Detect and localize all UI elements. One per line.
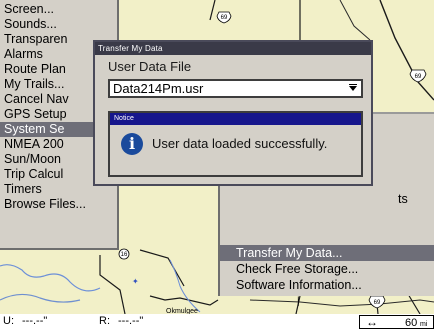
scale-unit: mi <box>420 321 428 328</box>
airport-icon: ✦ <box>132 277 139 286</box>
info-icon: i <box>121 133 143 155</box>
r-label: R: <box>99 315 110 327</box>
zoom-arrows-icon: ↔ <box>366 315 378 329</box>
svg-text:69: 69 <box>221 15 228 21</box>
zoom-scale-box[interactable]: ↔ 60 mi <box>359 315 434 329</box>
chevron-down-icon[interactable] <box>349 86 357 91</box>
menu-item-screen[interactable]: Screen... <box>0 2 117 17</box>
menu-item-browse-files[interactable]: Browse Files... <box>0 197 117 212</box>
notice-dialog[interactable]: Notice i User data loaded successfully. <box>108 111 363 177</box>
marker-icon: | <box>297 296 300 307</box>
notice-title: Notice <box>110 113 361 125</box>
svg-text:69: 69 <box>374 300 381 306</box>
transfer-my-data-dialog: Transfer My Data User Data File Data214P… <box>93 40 373 186</box>
scale-value: 60 <box>405 317 418 329</box>
submenu-item-software-information[interactable]: Software Information... <box>220 277 434 293</box>
user-data-file-label: User Data File <box>108 59 192 74</box>
menu-item-sounds[interactable]: Sounds... <box>0 17 117 32</box>
user-data-file-value: Data214Pm.usr <box>113 81 204 96</box>
dialog-title: Transfer My Data <box>95 42 371 55</box>
notice-message: User data loaded successfully. <box>152 136 328 151</box>
submenu-item-check-free-storage[interactable]: Check Free Storage... <box>220 261 434 277</box>
svg-text:69: 69 <box>415 74 422 80</box>
u-label: U: <box>3 315 14 327</box>
u-value: ---.--" <box>22 315 48 327</box>
route-shield-icon: 16 <box>118 248 130 260</box>
dropdown-bar-icon <box>349 84 357 85</box>
submenu-item-transfer-my-data[interactable]: Transfer My Data... <box>220 245 434 261</box>
svg-text:16: 16 <box>121 252 128 258</box>
user-data-file-select[interactable]: Data214Pm.usr <box>108 79 363 98</box>
r-value: ---.--" <box>118 315 144 327</box>
submenu-partial-text: ts <box>398 192 408 206</box>
